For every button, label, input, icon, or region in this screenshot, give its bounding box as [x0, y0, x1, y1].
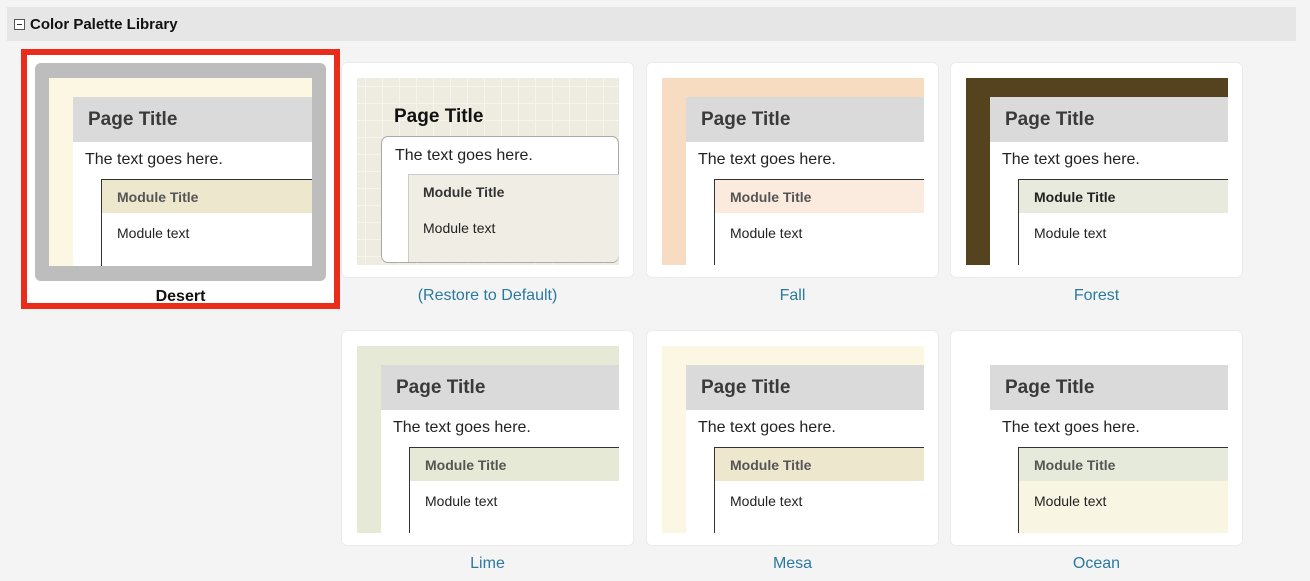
preview-body-text: The text goes here.: [1002, 419, 1140, 436]
preview-module-title: Module Title: [730, 189, 812, 205]
preview-module-text: Module text: [423, 220, 496, 236]
palette-label-default[interactable]: (Restore to Default): [342, 287, 633, 305]
palette-label-ocean[interactable]: Ocean: [951, 555, 1242, 573]
preview-body-text: The text goes here.: [1002, 151, 1140, 168]
preview-body-text: The text goes here.: [85, 151, 223, 168]
palette-preview: Page Title The text goes here. Module Ti…: [662, 346, 924, 533]
section-header[interactable]: Color Palette Library: [7, 7, 1296, 41]
preview-page-title: Page Title: [701, 109, 791, 130]
preview-body-text: The text goes here.: [393, 419, 531, 436]
palette-label-forest[interactable]: Forest: [951, 287, 1242, 305]
preview-module-title: Module Title: [1034, 189, 1116, 205]
preview-module-text: Module text: [117, 225, 190, 241]
preview-module-title: Module Title: [425, 457, 507, 473]
palette-default[interactable]: Page Title The text goes here. Module Ti…: [342, 63, 633, 304]
palette-preview: Page Title The text goes here. Module Ti…: [49, 78, 312, 266]
selected-highlight: Page Title The text goes here. Module Ti…: [35, 63, 326, 281]
preview-module-title: Module Title: [730, 457, 812, 473]
preview-module-text: Module text: [1034, 493, 1107, 509]
palette-preview: Page Title The text goes here. Module Ti…: [357, 346, 619, 533]
preview-page-title: Page Title: [1005, 109, 1095, 130]
palette-preview: Page Title The text goes here. Module Ti…: [357, 78, 619, 265]
preview-page-title: Page Title: [1005, 377, 1095, 398]
palette-ocean[interactable]: Page Title The text goes here. Module Ti…: [951, 331, 1242, 572]
palette-preview: Page Title The text goes here. Module Ti…: [662, 78, 924, 265]
preview-page-title: Page Title: [396, 377, 486, 398]
palette-fall[interactable]: Page Title The text goes here. Module Ti…: [647, 63, 938, 304]
preview-page-title: Page Title: [88, 109, 178, 130]
palette-label-lime[interactable]: Lime: [342, 555, 633, 573]
preview-module-text: Module text: [730, 493, 803, 509]
preview-page-title: Page Title: [394, 106, 484, 127]
preview-body-text: The text goes here.: [698, 151, 836, 168]
palette-mesa[interactable]: Page Title The text goes here. Module Ti…: [647, 331, 938, 572]
palette-label-desert: Desert: [155, 288, 206, 305]
palette-forest[interactable]: Page Title The text goes here. Module Ti…: [951, 63, 1242, 304]
section-title: Color Palette Library: [30, 15, 178, 33]
preview-page-title: Page Title: [701, 377, 791, 398]
preview-body-text: The text goes here.: [395, 147, 533, 164]
preview-module-title: Module Title: [1034, 457, 1116, 473]
palette-preview: Page Title The text goes here. Module Ti…: [966, 346, 1228, 533]
palette-label-mesa[interactable]: Mesa: [647, 555, 938, 573]
palette-lime[interactable]: Page Title The text goes here. Module Ti…: [342, 331, 633, 572]
preview-module-title: Module Title: [117, 189, 199, 205]
palette-desert[interactable]: Page Title The text goes here. Module Ti…: [21, 49, 340, 309]
collapse-icon[interactable]: [14, 18, 25, 30]
palette-preview: Page Title The text goes here. Module Ti…: [966, 78, 1228, 265]
palette-label-fall[interactable]: Fall: [647, 287, 938, 305]
preview-module-text: Module text: [730, 225, 803, 241]
preview-module-title: Module Title: [423, 184, 505, 200]
preview-body-text: The text goes here.: [698, 419, 836, 436]
preview-module-text: Module text: [1034, 225, 1107, 241]
preview-module-text: Module text: [425, 493, 498, 509]
